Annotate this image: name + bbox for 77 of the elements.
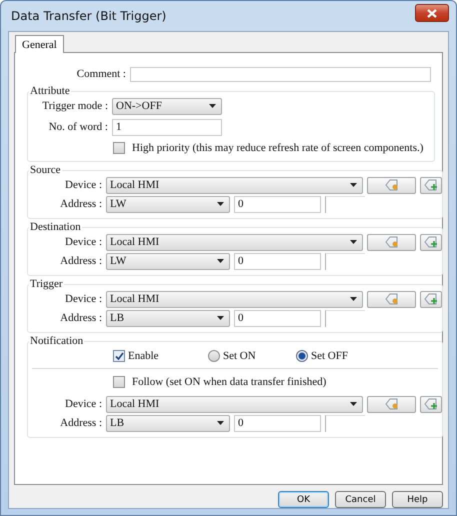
field-label: Address : — [59, 198, 102, 210]
caret-icon — [217, 202, 224, 206]
checkbox[interactable] — [113, 350, 125, 362]
group-title: Attribute — [29, 85, 71, 97]
caret-icon — [209, 104, 216, 108]
caret-icon — [350, 297, 357, 301]
word-count-field[interactable]: 1 — [112, 118, 222, 136]
field-label: Device : — [64, 236, 102, 248]
field-label: Address : — [59, 417, 102, 429]
radio-label: Set ON — [223, 350, 256, 362]
caret-icon — [217, 421, 224, 425]
settings-button[interactable] — [367, 176, 416, 194]
device-dropdown[interactable]: Local HMI — [106, 176, 363, 194]
radio-label: Set OFF — [311, 350, 348, 362]
address-suffix-field[interactable] — [325, 252, 365, 270]
group-title: Source — [29, 164, 62, 176]
checkbox-label: Enable — [128, 350, 159, 362]
add-button[interactable] — [420, 234, 442, 250]
dialog-button[interactable]: OK — [278, 491, 329, 508]
add-button[interactable] — [420, 290, 442, 308]
group-title: Trigger — [29, 278, 64, 290]
group-title: Destination — [29, 221, 82, 233]
device-dropdown[interactable]: Local HMI — [106, 290, 363, 308]
field-label: Address : — [59, 255, 102, 267]
field-label: Comment : — [76, 68, 126, 80]
settings-button[interactable] — [367, 396, 416, 412]
address-suffix-field[interactable] — [325, 196, 365, 212]
checkbox-label: High priority (this may reduce refresh rate of screen components.) — [132, 142, 424, 154]
address-suffix-field[interactable] — [325, 310, 365, 326]
settings-button[interactable] — [367, 290, 416, 308]
tag-icon — [384, 293, 398, 305]
address-field[interactable]: 0 — [234, 196, 321, 212]
field-label: Address : — [59, 312, 102, 324]
checkbox[interactable] — [113, 376, 125, 388]
caret-icon — [350, 402, 357, 406]
caret-icon — [350, 240, 357, 244]
tag-plus-icon — [424, 236, 438, 248]
address-field[interactable]: 0 — [234, 252, 321, 270]
address-type-dropdown[interactable]: LB — [106, 414, 230, 432]
radio-button[interactable] — [208, 350, 220, 362]
close-icon — [427, 8, 437, 18]
address-field[interactable]: 0 — [234, 414, 321, 432]
tag-plus-icon — [424, 179, 438, 191]
address-type-dropdown[interactable]: LW — [106, 252, 230, 270]
address-type-dropdown[interactable]: LW — [106, 196, 230, 212]
add-button[interactable] — [420, 176, 442, 194]
field-label: Device : — [64, 398, 102, 410]
add-button[interactable] — [420, 396, 442, 412]
checkbox-label: Follow (set ON when data transfer finished) — [132, 376, 326, 388]
device-dropdown[interactable]: Local HMI — [106, 234, 363, 250]
tab[interactable]: General — [15, 35, 64, 53]
tag-icon — [384, 236, 398, 248]
checkbox[interactable] — [113, 142, 125, 154]
address-suffix-field[interactable] — [325, 414, 365, 432]
radio-button[interactable] — [296, 350, 308, 362]
tag-plus-icon — [424, 398, 438, 410]
window-title: Data Transfer (Bit Trigger) — [11, 9, 166, 23]
close-button[interactable] — [415, 4, 449, 22]
caret-icon — [217, 259, 224, 263]
group-title: Notification — [29, 335, 84, 347]
settings-button[interactable] — [367, 234, 416, 250]
caret-icon — [350, 183, 357, 187]
tag-plus-icon — [424, 293, 438, 305]
trigger-mode-dropdown[interactable]: ON->OFF — [112, 98, 222, 114]
tag-icon — [384, 398, 398, 410]
field-label: Device : — [64, 179, 102, 191]
dialog-button[interactable]: Cancel — [335, 491, 386, 508]
address-field[interactable]: 0 — [234, 310, 321, 326]
field-label: No. of word : — [48, 121, 108, 133]
field-label: Trigger mode : — [41, 100, 108, 112]
comment-field[interactable] — [130, 66, 431, 82]
dialog-button[interactable]: Help — [392, 491, 443, 508]
device-dropdown[interactable]: Local HMI — [106, 396, 363, 412]
tag-icon — [384, 179, 398, 191]
caret-icon — [217, 316, 224, 320]
address-type-dropdown[interactable]: LB — [106, 310, 230, 326]
field-label: Device : — [64, 293, 102, 305]
